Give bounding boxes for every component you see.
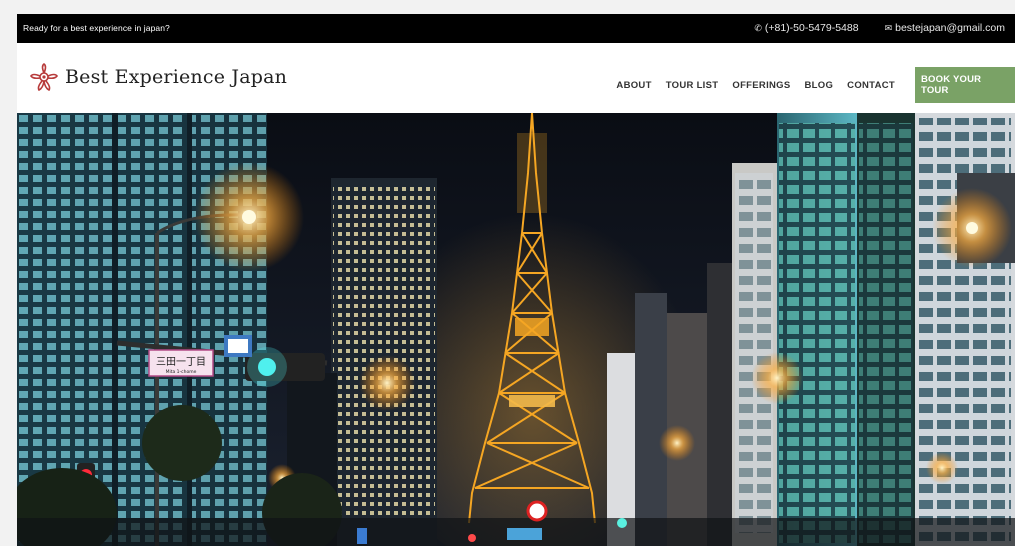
book-tour-button[interactable]: BOOK YOUR TOUR <box>915 67 1015 103</box>
nav-offerings[interactable]: OFFERINGS <box>732 80 790 91</box>
main-nav: ABOUT TOUR LIST OFFERINGS BLOG CONTACT B… <box>616 67 1015 103</box>
site-logo[interactable]: Best Experience Japan <box>29 63 287 91</box>
envelope-icon: ✉ <box>884 23 893 33</box>
site-header: Best Experience Japan ABOUT TOUR LIST OF… <box>17 43 1015 113</box>
page-frame: Ready for a best experience in japan? ✆(… <box>17 14 1015 546</box>
tagline: Ready for a best experience in japan? <box>23 23 170 33</box>
phone-icon: ✆ <box>754 23 762 33</box>
email-link[interactable]: ✉ bestejapan@gmail.com <box>885 22 1005 34</box>
site-name: Best Experience Japan <box>65 66 288 88</box>
nav-blog[interactable]: BLOG <box>805 80 834 91</box>
nav-contact[interactable]: CONTACT <box>847 80 895 91</box>
phone-link[interactable]: ✆ (+81)-50-5479-5488 <box>754 22 858 34</box>
street-sign-sub: Mita 1-chome <box>166 369 197 375</box>
nav-about[interactable]: ABOUT <box>616 80 651 91</box>
nav-tour-list[interactable]: TOUR LIST <box>666 80 719 91</box>
tokyo-tower-night-photo: 三田一丁目 Mita 1-chome <box>17 113 1015 546</box>
phone-number: (+81)-50-5479-5488 <box>764 22 859 34</box>
flower-logo-icon <box>30 63 58 91</box>
top-bar: Ready for a best experience in japan? ✆(… <box>17 14 1015 43</box>
contact-info: ✆ (+81)-50-5479-5488 ✉ bestejapan@gmail.co… <box>754 22 1005 34</box>
email-address: bestejapan@gmail.com <box>895 22 1005 34</box>
hero-image: 三田一丁目 Mita 1-chome <box>17 113 1015 546</box>
street-sign-main: 三田一丁目 <box>156 357 206 368</box>
